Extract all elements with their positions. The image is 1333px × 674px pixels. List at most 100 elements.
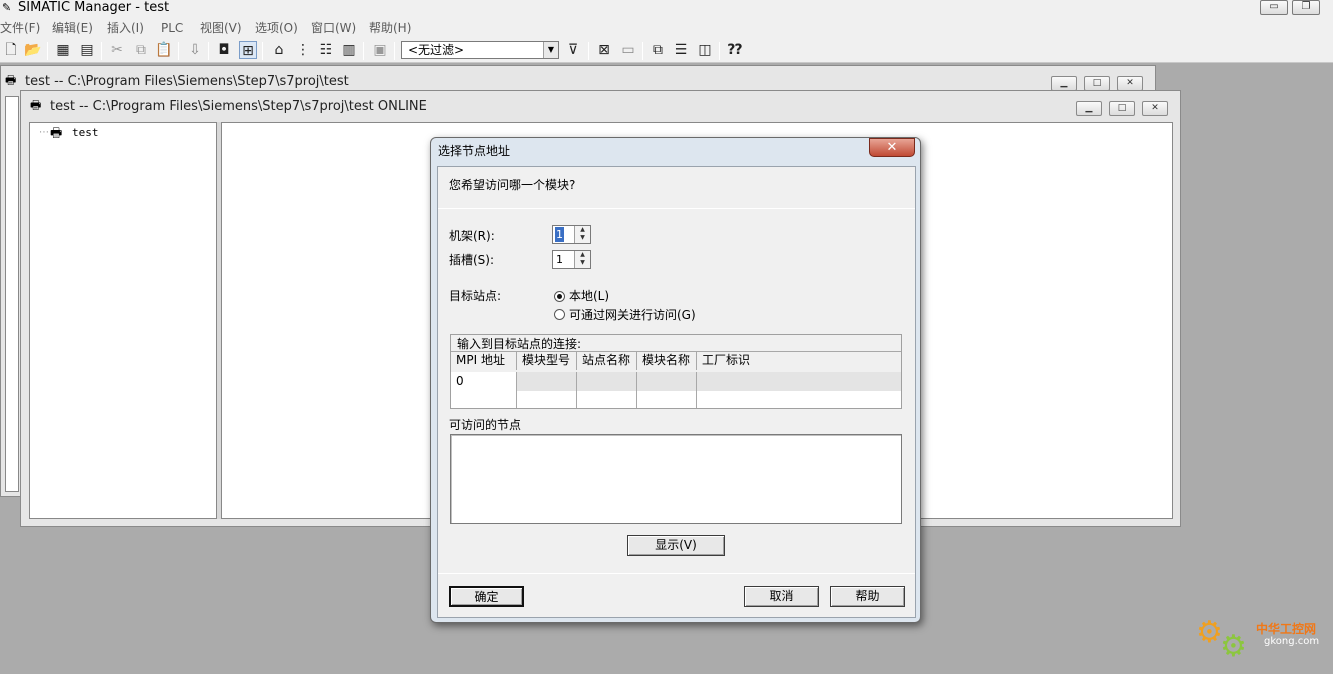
column-header[interactable]: MPI 地址 [451, 352, 517, 370]
menu-view[interactable]: 视图(V) [200, 18, 242, 38]
new-icon[interactable]: 🗋 [2, 41, 20, 59]
question-text: 您希望访问哪一个模块? [449, 178, 576, 192]
menu-plc[interactable]: PLC [161, 18, 183, 38]
radio-local-label[interactable]: 本地(L) [569, 289, 609, 303]
column-header[interactable]: 工厂标识 [697, 352, 901, 370]
close-icon: ✕ [886, 140, 898, 155]
ok-button[interactable]: 确定 [449, 586, 524, 607]
cascade-icon[interactable]: ⧉ [649, 41, 667, 59]
close-icon: ✕ [1151, 103, 1159, 113]
radio-local[interactable] [554, 291, 565, 302]
radio-gateway[interactable] [554, 309, 565, 320]
spin-up-icon[interactable]: ▲ [575, 251, 590, 259]
maximize-button[interactable]: □ [1109, 101, 1135, 116]
app-icon: ✎ [2, 1, 12, 14]
module-name-cell [637, 372, 697, 391]
column-header[interactable]: 站点名称 [577, 352, 637, 370]
project-icon: 🖶 [50, 126, 63, 141]
mpi-address-cell[interactable]: 0 [451, 372, 517, 391]
help-button[interactable]: 帮助 [830, 586, 905, 607]
column-header[interactable]: 模块型号 [517, 352, 577, 370]
spin-down-icon[interactable]: ▼ [575, 234, 590, 242]
close-icon: ✕ [1126, 78, 1134, 88]
download-icon[interactable]: ⇩ [186, 41, 204, 59]
app-title: SIMATIC Manager - test [18, 0, 170, 15]
details-icon[interactable]: ▥ [340, 41, 358, 59]
menu-help[interactable]: 帮助(H) [369, 18, 411, 38]
close-button[interactable]: ✕ [1117, 76, 1143, 91]
tree-connector: ⋯ [39, 127, 49, 138]
slot-spinner[interactable]: 1 ▲ ▼ [552, 250, 591, 269]
copy-icon[interactable]: ⧉ [132, 41, 150, 59]
properties-icon[interactable]: ▣ [371, 41, 389, 59]
dialog-body: 您希望访问哪一个模块? 机架(R): 1 ▲ ▼ 插槽(S): 1 ▲ ▼ 目标… [437, 166, 916, 618]
open-icon[interactable]: 📂 [24, 41, 42, 59]
minimize-button[interactable]: ▁ [1051, 76, 1077, 91]
tile-vertical-icon[interactable]: ◫ [696, 41, 714, 59]
memory-card-icon[interactable]: ▤ [78, 41, 96, 59]
grid-header: MPI 地址 模块型号 站点名称 模块名称 工厂标识 [451, 351, 901, 370]
plant-designation-cell [697, 391, 901, 408]
divider [438, 573, 915, 574]
spin-up-icon[interactable]: ▲ [575, 226, 590, 234]
window-title: test -- C:\Program Files\Siemens\Step7\s… [50, 99, 427, 114]
app-titlebar: ✎ SIMATIC Manager - test ▭ ❐ [0, 0, 1333, 18]
menu-bar: 文件(F) 编辑(E) 插入(I) PLC 视图(V) 选项(O) 窗口(W) … [0, 18, 1333, 38]
toolbar-separator [642, 42, 643, 60]
minimize-button[interactable]: ▭ [1260, 0, 1288, 15]
offline-icon[interactable]: ◘ [215, 41, 233, 59]
netpro-icon[interactable]: ⊠ [595, 41, 613, 59]
show-button[interactable]: 显示(V) [627, 535, 725, 556]
radio-selected-dot [557, 294, 562, 299]
menu-file[interactable]: 文件(F) [0, 18, 40, 38]
cut-icon[interactable]: ✂ [108, 41, 126, 59]
toolbar-separator [208, 42, 209, 60]
paste-icon[interactable]: 📋 [155, 41, 173, 59]
accessible-nodes-icon[interactable]: ▦ [54, 41, 72, 59]
toolbar-separator [101, 42, 102, 60]
menu-insert[interactable]: 插入(I) [107, 18, 144, 38]
simulation-icon[interactable]: ▭ [619, 41, 637, 59]
toolbar-separator [394, 42, 395, 60]
maximize-button[interactable]: □ [1084, 76, 1110, 91]
filter-select[interactable]: <无过滤> ▼ [401, 41, 559, 59]
toolbar-separator [262, 42, 263, 60]
connection-group-label: 输入到目标站点的连接: [457, 337, 582, 351]
minimize-icon: ▁ [1060, 78, 1068, 88]
slot-label: 插槽(S): [449, 253, 495, 267]
select-node-address-dialog: 选择节点地址 ✕ 您希望访问哪一个模块? 机架(R): 1 ▲ ▼ 插槽(S):… [430, 137, 921, 623]
radio-gateway-label[interactable]: 可通过网关进行访问(G) [569, 308, 696, 322]
menu-edit[interactable]: 编辑(E) [52, 18, 93, 38]
spin-down-icon[interactable]: ▼ [575, 259, 590, 267]
toolbar-separator [588, 42, 589, 60]
toolbar: 🗋 📂 ▦ ▤ ✂ ⧉ 📋 ⇩ ◘ ⊞ ⌂ ⋮ ☷ ▥ ▣ <无过滤> ▼ ⊽ … [0, 38, 1333, 63]
tile-horizontal-icon[interactable]: ☰ [672, 41, 690, 59]
tree-item-test[interactable]: test [72, 126, 99, 139]
slot-value[interactable]: 1 [555, 252, 575, 267]
connection-grid: 输入到目标站点的连接: MPI 地址 模块型号 站点名称 模块名称 工厂标识 0 [450, 334, 902, 409]
context-help-icon[interactable]: ⁇ [726, 41, 744, 59]
small-icons-icon[interactable]: ⋮ [294, 41, 312, 59]
module-name-cell [637, 391, 697, 408]
rack-spinner[interactable]: 1 ▲ ▼ [552, 225, 591, 244]
close-button[interactable]: ✕ [1142, 101, 1168, 116]
online-icon[interactable]: ⊞ [239, 41, 257, 59]
watermark-brand: 中华工控网 [1256, 622, 1317, 636]
column-header[interactable]: 模块名称 [637, 352, 697, 370]
cancel-button[interactable]: 取消 [744, 586, 819, 607]
filter-icon[interactable]: ⊽ [564, 41, 582, 59]
module-type-cell [517, 391, 577, 408]
menu-options[interactable]: 选项(O) [255, 18, 298, 38]
list-icon[interactable]: ☷ [317, 41, 335, 59]
mpi-address-cell[interactable] [451, 391, 517, 408]
menu-window[interactable]: 窗口(W) [311, 18, 356, 38]
tree-pane: ⋯ 🖶 test [29, 122, 217, 519]
accessible-nodes-list[interactable] [450, 434, 902, 524]
restore-button[interactable]: ❐ [1292, 0, 1320, 15]
rack-value[interactable]: 1 [555, 227, 564, 242]
chevron-down-icon[interactable]: ▼ [543, 42, 558, 58]
dialog-close-button[interactable]: ✕ [869, 138, 915, 157]
large-icons-icon[interactable]: ⌂ [270, 41, 288, 59]
minimize-button[interactable]: ▁ [1076, 101, 1102, 116]
target-station-label: 目标站点: [449, 289, 502, 303]
